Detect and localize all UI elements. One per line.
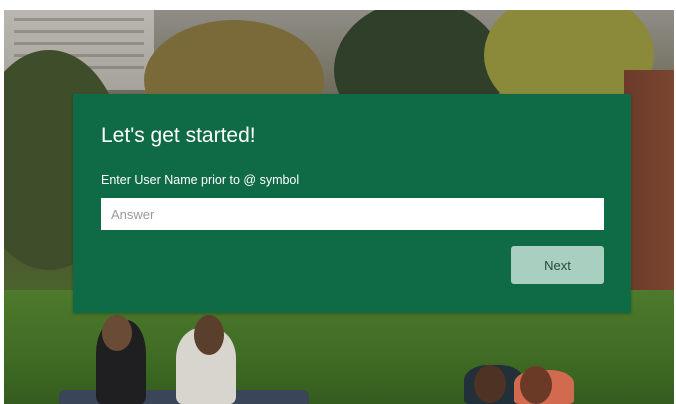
next-button[interactable]: Next [511, 246, 604, 284]
login-card: Let's get started! Enter User Name prior… [73, 94, 631, 313]
background-person-head [102, 315, 132, 351]
username-input[interactable] [101, 198, 604, 230]
card-title: Let's get started! [101, 124, 256, 147]
background-person-head [520, 366, 552, 404]
username-field-label: Enter User Name prior to @ symbol [101, 173, 300, 187]
background-person-head [474, 365, 506, 403]
background-brick-wall [624, 70, 674, 290]
background-person-head [194, 315, 224, 355]
